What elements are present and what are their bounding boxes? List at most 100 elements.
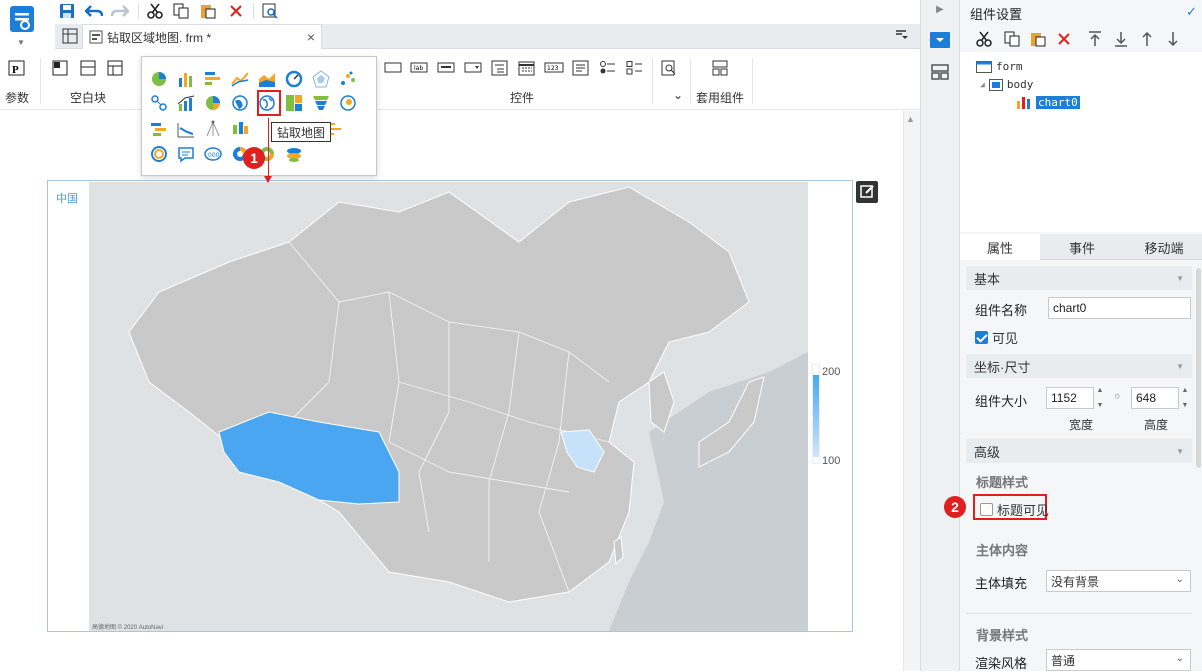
tab-file-label: 钻取区域地图. frm * [107,30,211,45]
checkbox-checked-icon[interactable] [975,331,988,344]
block-grid-icon[interactable] [107,60,125,76]
move-up-icon[interactable] [1140,31,1154,47]
tree-node-chart0[interactable]: chart0 [1016,95,1080,109]
tree-node-form[interactable]: form [976,60,1023,73]
chevron-down-icon[interactable]: ▼ [1176,274,1184,283]
boxplot-chart-icon[interactable] [231,120,249,138]
tab-menu-icon[interactable] [896,30,908,40]
pie-chart-icon[interactable] [150,70,168,88]
checkbox-group-icon[interactable] [626,60,644,76]
panel-scrollbar[interactable] [1196,268,1201,468]
close-icon[interactable]: × [307,29,315,45]
parameter-icon[interactable]: P [8,60,26,76]
undo-icon[interactable] [84,2,104,20]
cut-icon[interactable] [976,31,992,47]
donut-chart-icon[interactable] [204,94,222,112]
gauge-chart-icon[interactable] [285,70,303,88]
render-style-select[interactable]: 普通 ⌄ [1046,649,1191,671]
text-chart-icon[interactable] [177,145,195,163]
tab-properties[interactable]: 属性 [960,234,1040,260]
heat-map-icon[interactable] [339,94,357,112]
redo-icon[interactable] [110,2,130,20]
dropdown-control-icon[interactable] [464,60,482,76]
date-control-icon[interactable] [518,60,536,76]
visible-checkbox[interactable]: 可见 [975,328,1018,347]
delete-icon[interactable] [1057,32,1071,46]
app-logo-icon[interactable] [8,4,36,34]
width-stepper[interactable]: ▲ ▼ [1094,387,1106,409]
vertical-scrollbar[interactable] [903,111,920,671]
map-area[interactable] [89,182,808,631]
paste-icon[interactable] [1030,31,1046,47]
pin-icon[interactable]: ✓ [1186,4,1197,20]
section-title: 高级 [974,444,1001,460]
chevron-down-icon[interactable]: ▼ [1176,447,1184,456]
collapse-arrow-icon[interactable]: ▶ [936,4,944,15]
kpi-chart-icon[interactable]: 000 [204,145,222,163]
tab-file[interactable]: 钻取区域地图. frm * × [82,24,322,49]
lock-icon[interactable]: ⚪ [1113,392,1121,403]
radar-chart-icon[interactable] [312,70,330,88]
query-control-icon[interactable] [661,60,679,76]
textarea-control-icon[interactable] [572,60,590,76]
body-fill-select[interactable]: 没有背景 ⌄ [1046,570,1191,592]
component-name-input[interactable]: chart0 [1048,297,1191,319]
area-chart-icon[interactable] [258,70,276,88]
checkbox-unchecked-icon[interactable] [980,503,993,516]
tree-node-body[interactable]: ◢ body [980,78,1033,91]
preset-component-icon[interactable] [712,60,730,76]
structure-chart-icon[interactable] [204,120,222,138]
width-input[interactable]: 1152 [1046,387,1094,409]
button-control-icon[interactable] [437,60,455,76]
scatter-chart-icon[interactable] [339,70,357,88]
3d-chart-icon[interactable] [285,145,303,163]
combo-chart-icon[interactable] [177,94,195,112]
chevron-down-icon[interactable]: ⌄ [673,88,683,102]
block-absolute-icon[interactable] [52,60,70,76]
funnel-chart-icon[interactable] [312,94,330,112]
globe-map-icon[interactable] [231,94,249,112]
move-top-icon[interactable] [1088,31,1102,47]
copy-icon[interactable] [1004,31,1020,47]
bar-chart-icon[interactable] [204,70,222,88]
tab-events[interactable]: 事件 [1042,234,1122,260]
delete-icon[interactable] [226,2,246,20]
line-chart-icon[interactable] [231,70,249,88]
textbox-control-icon[interactable] [384,60,402,76]
bubble-chart-icon[interactable] [150,94,168,112]
height-stepper[interactable]: ▲ ▼ [1179,387,1191,409]
section-advanced[interactable]: 高级 ▼ [966,439,1192,463]
move-bottom-icon[interactable] [1114,31,1128,47]
tab-mobile[interactable]: 移动端 [1124,234,1202,260]
section-coords[interactable]: 坐标·尺寸 ▼ [966,354,1192,378]
scroll-up-icon[interactable]: ▲ [906,114,915,124]
paste-icon[interactable] [198,2,218,20]
column-chart-icon[interactable] [177,70,195,88]
radio-group-icon[interactable] [599,60,617,76]
chevron-down-icon[interactable]: ▼ [1176,362,1184,371]
move-down-icon[interactable] [1166,31,1180,47]
chevron-down-icon[interactable]: ▼ [17,38,25,47]
title-visible-checkbox[interactable]: 标题可见 [980,500,1049,519]
save-icon[interactable] [57,2,77,20]
chevron-down-icon[interactable]: ⌄ [1176,574,1184,585]
height-input[interactable]: 648 [1131,387,1179,409]
treemap-chart-icon[interactable] [285,94,303,112]
preview-icon[interactable] [260,2,280,20]
expand-icon[interactable]: ◢ [980,80,985,89]
ring-progress-icon[interactable] [150,145,168,163]
gantt-chart-icon[interactable] [150,120,168,138]
layers-icon[interactable] [931,64,949,80]
cut-icon[interactable] [145,2,165,20]
edit-icon[interactable] [856,181,878,203]
component-settings-icon[interactable] [930,32,950,48]
copy-icon[interactable] [171,2,191,20]
number-control-icon[interactable]: 123 [544,60,564,76]
section-basic[interactable]: 基本 ▼ [966,266,1192,290]
range-area-icon[interactable] [177,120,195,138]
chevron-down-icon[interactable]: ⌄ [1176,653,1184,664]
label-control-icon[interactable]: lab [410,60,428,76]
tree-control-icon[interactable] [491,60,509,76]
block-split-icon[interactable] [80,60,98,76]
grid-icon[interactable] [62,28,78,44]
